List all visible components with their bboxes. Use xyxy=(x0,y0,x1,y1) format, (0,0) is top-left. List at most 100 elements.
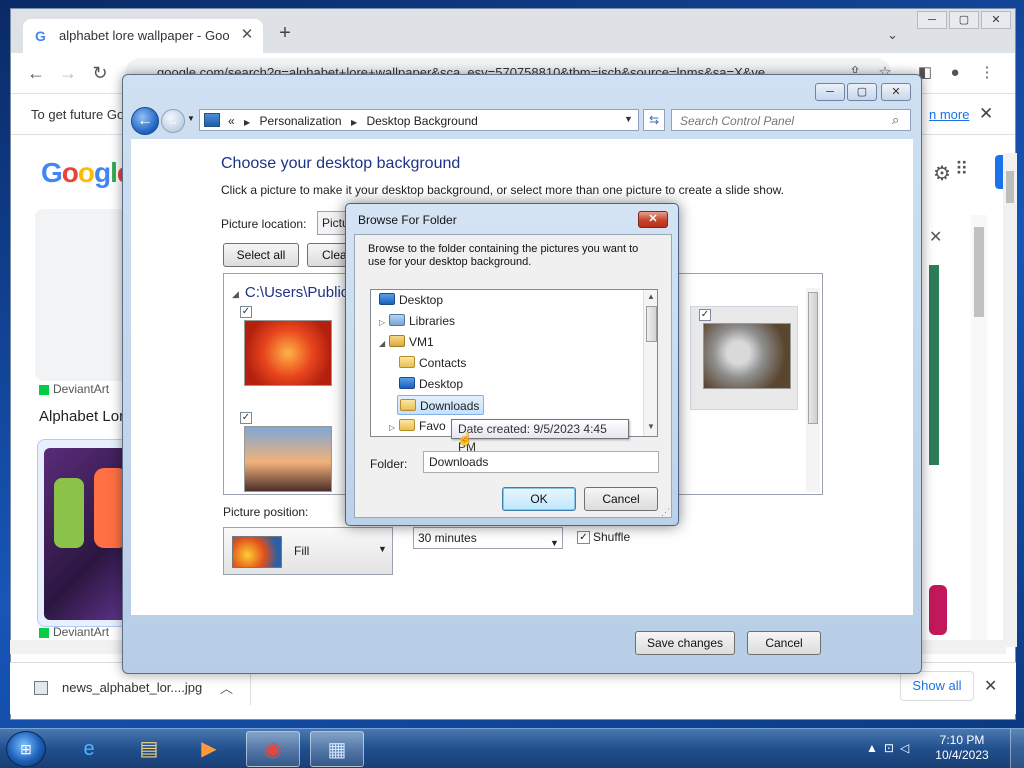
chrome-menu-icon[interactable]: ⋮ xyxy=(977,63,997,83)
save-changes-button[interactable]: Save changes xyxy=(635,631,735,655)
breadcrumb-desktop-background[interactable]: Desktop Background xyxy=(366,114,477,128)
control-panel-icon[interactable]: ▦ xyxy=(310,731,364,767)
tree-item-downloads[interactable]: Downloads xyxy=(397,395,485,415)
thumbnail-checkbox[interactable]: ✓ xyxy=(240,412,252,424)
cp-close-button[interactable]: ✕ xyxy=(881,83,911,101)
thumbnail-checkbox[interactable]: ✓ xyxy=(699,309,711,321)
breadcrumb-separator-icon[interactable]: ▶ xyxy=(244,118,250,127)
download-file-name[interactable]: news_alphabet_lor....jpg xyxy=(62,680,202,695)
clock[interactable]: 7:10 PM 10/4/2023 xyxy=(934,733,990,763)
start-button[interactable]: ⊞ xyxy=(6,731,46,767)
shuffle-label[interactable]: Shuffle xyxy=(593,530,630,544)
tree-scrollbar[interactable]: ▲ ▼ xyxy=(643,290,657,436)
folder-tree[interactable]: Desktop ▷ Libraries ◢ VM1 Contacts Desktop… xyxy=(370,289,658,437)
tab-search-icon[interactable]: ⌄ xyxy=(887,27,903,43)
chrome-tab[interactable]: G alphabet lore wallpaper - Google ✕ xyxy=(23,19,263,53)
ok-button[interactable]: OK xyxy=(502,487,576,511)
scrollbar-thumb[interactable] xyxy=(808,292,818,424)
wallpaper-thumbnail-selected[interactable]: ✓ xyxy=(690,306,798,410)
back-arrow-icon[interactable]: ← xyxy=(131,107,159,135)
network-icon[interactable]: ⊡ xyxy=(884,741,900,755)
wallpaper-thumbnail[interactable]: ✓ xyxy=(232,304,340,408)
result-source-name: DeviantArt xyxy=(53,382,110,396)
preview-scrollbar[interactable] xyxy=(971,215,987,645)
infobar-learn-more-link[interactable]: n more xyxy=(929,107,969,122)
gallery-group-header[interactable]: ◢ C:\Users\Public\ xyxy=(232,284,352,301)
page-scrollbar[interactable] xyxy=(1003,153,1017,647)
scrollbar-thumb[interactable] xyxy=(646,306,657,342)
profile-avatar-icon[interactable]: ● xyxy=(945,63,965,83)
collapse-icon[interactable]: ◢ xyxy=(379,334,389,354)
folder-field[interactable]: Downloads xyxy=(423,451,659,473)
internet-explorer-icon[interactable]: e xyxy=(62,731,116,767)
cancel-button[interactable]: Cancel xyxy=(747,631,821,655)
back-arrow-icon[interactable]: ← xyxy=(25,62,47,84)
picture-position-select[interactable]: Fill ▼ xyxy=(223,527,393,575)
breadcrumb-separator-icon[interactable]: ▶ xyxy=(351,118,357,127)
cp-search-input[interactable]: Search Control Panel ⌕ xyxy=(671,109,911,131)
thumbnail-checkbox[interactable]: ✓ xyxy=(240,306,252,318)
dialog-cancel-button[interactable]: Cancel xyxy=(584,487,658,511)
reload-icon[interactable]: ↻ xyxy=(89,62,111,84)
settings-gear-icon[interactable]: ⚙ xyxy=(933,161,951,186)
breadcrumb-overflow[interactable]: « xyxy=(228,114,235,128)
system-tray[interactable]: ▲⊡◁ xyxy=(866,741,915,755)
gallery-scrollbar[interactable] xyxy=(806,288,820,492)
refresh-icon[interactable]: ⇆ xyxy=(643,109,665,131)
chevron-up-icon[interactable]: ︿ xyxy=(220,678,233,697)
scrollbar-thumb[interactable] xyxy=(1006,171,1014,203)
infobar-close-icon[interactable]: ✕ xyxy=(979,104,993,124)
collapse-icon[interactable]: ◢ xyxy=(232,289,239,299)
search-icon[interactable]: ⌕ xyxy=(892,112,899,128)
dialog-close-button[interactable]: ✕ xyxy=(638,211,668,228)
scroll-up-icon[interactable]: ▲ xyxy=(647,292,655,301)
google-apps-icon[interactable]: ⠿ xyxy=(955,159,968,180)
media-player-icon[interactable]: ▶ xyxy=(182,731,236,767)
result-title[interactable]: Alphabet Lore xyxy=(39,408,132,425)
chrome-minimize-button[interactable]: ─ xyxy=(917,11,947,29)
volume-muted-icon[interactable]: ◁ xyxy=(900,741,915,755)
show-all-button[interactable]: Show all xyxy=(900,671,974,701)
deviantart-icon xyxy=(39,627,49,638)
expand-icon[interactable]: ▷ xyxy=(379,313,389,333)
show-hidden-icons-icon[interactable]: ▲ xyxy=(866,741,884,755)
wallpaper-thumbnail[interactable]: ✓ xyxy=(232,410,340,514)
cp-maximize-button[interactable]: ▢ xyxy=(847,83,877,101)
select-all-button[interactable]: Select all xyxy=(223,243,299,267)
clear-all-button[interactable]: Clea xyxy=(307,243,349,267)
chrome-close-button[interactable]: ✕ xyxy=(981,11,1011,29)
tree-item-contacts[interactable]: Contacts xyxy=(399,353,466,373)
tree-item-label: Downloads xyxy=(420,399,480,413)
file-explorer-icon[interactable]: ▤ xyxy=(122,731,176,767)
forward-arrow-icon[interactable]: → xyxy=(57,62,79,84)
chevron-down-icon[interactable]: ▼ xyxy=(624,114,633,124)
scrollbar-thumb[interactable] xyxy=(974,227,984,317)
expand-icon[interactable]: ▷ xyxy=(389,418,399,436)
recent-pages-icon[interactable]: ▼ xyxy=(187,114,195,123)
tree-item-favorites[interactable]: ▷ Favo xyxy=(389,416,446,436)
tree-item-desktop-sub[interactable]: Desktop xyxy=(399,374,463,394)
tree-item-vm1[interactable]: ◢ VM1 xyxy=(379,332,434,352)
cp-address-bar[interactable]: « ▶ Personalization ▶ Desktop Background… xyxy=(199,109,639,131)
dialog-title: Browse For Folder xyxy=(358,213,457,227)
new-tab-button[interactable]: + xyxy=(275,23,295,43)
tab-close-icon[interactable]: ✕ xyxy=(237,25,257,45)
position-preview-image xyxy=(232,536,282,568)
cp-minimize-button[interactable]: ─ xyxy=(815,83,845,101)
deviantart-icon xyxy=(39,384,49,395)
preview-close-icon[interactable]: ✕ xyxy=(929,227,942,247)
downloads-close-icon[interactable]: ✕ xyxy=(984,676,997,696)
tree-item-libraries[interactable]: ▷ Libraries xyxy=(379,311,455,331)
change-interval-select[interactable]: 30 minutes ▼ xyxy=(413,527,563,549)
google-logo[interactable]: Google xyxy=(41,157,132,189)
chrome-maximize-button[interactable]: ▢ xyxy=(949,11,979,29)
tree-item-desktop[interactable]: Desktop xyxy=(379,290,443,310)
scroll-down-icon[interactable]: ▼ xyxy=(647,422,655,431)
folder-label: Folder: xyxy=(370,457,408,471)
chrome-icon[interactable]: ◉ xyxy=(246,731,300,767)
shuffle-checkbox[interactable]: ✓ xyxy=(577,531,590,544)
resize-grip-icon[interactable]: ⋰ xyxy=(661,507,670,518)
breadcrumb-personalization[interactable]: Personalization xyxy=(260,114,342,128)
show-desktop-button[interactable] xyxy=(1010,729,1024,768)
forward-arrow-icon[interactable]: → xyxy=(161,109,185,133)
